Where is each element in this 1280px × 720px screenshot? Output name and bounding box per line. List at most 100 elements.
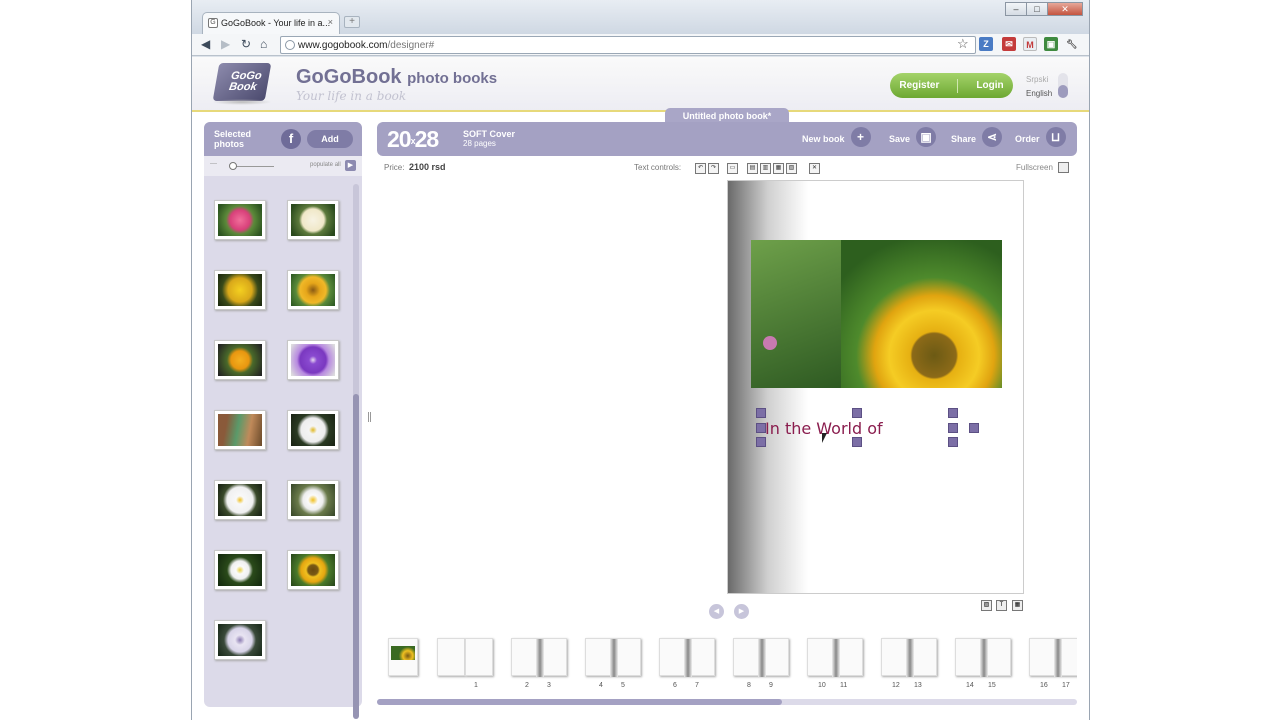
photo-thumb[interactable] <box>214 410 266 450</box>
photo-thumb[interactable] <box>214 550 266 590</box>
order-button[interactable]: Order ⊔ <box>1015 127 1066 147</box>
browser-toolbar: ◀ ▶ ↻ ⌂ www.gogobook.com/designer# ☆ Z ✉… <box>192 34 1089 56</box>
extension-green-icon[interactable]: ▣ <box>1044 37 1058 51</box>
gmail-icon[interactable]: M <box>1023 37 1037 51</box>
selected-photos-panel: Selected photos f Add — populate all ▶ <box>204 122 362 719</box>
new-book-label: New book <box>802 134 845 144</box>
address-bar[interactable]: www.gogobook.com/designer# <box>280 36 976 54</box>
book-page-canvas[interactable]: In the World of <box>727 180 1024 594</box>
selected-photos-title: Selected photos <box>214 129 274 149</box>
spread-thumbnail[interactable] <box>659 638 715 677</box>
wrench-icon[interactable]: 🔧︎ <box>1065 37 1079 51</box>
fullscreen-icon[interactable] <box>1058 162 1069 173</box>
photo-thumb[interactable] <box>287 550 339 590</box>
spread-thumbnail[interactable] <box>955 638 1011 677</box>
close-window-button[interactable]: ✕ <box>1047 2 1083 16</box>
spread-thumbnail[interactable] <box>881 638 937 677</box>
zoom-slider-handle[interactable] <box>229 162 237 170</box>
spread-thumbnail[interactable] <box>807 638 863 677</box>
photos-scrollbar[interactable] <box>353 184 359 719</box>
page-text-box[interactable]: In the World of <box>756 408 979 447</box>
minimize-button[interactable]: – <box>1005 2 1027 16</box>
gogobook-favicon-icon: G <box>208 18 218 28</box>
spread-fold <box>832 639 840 677</box>
filmstrip-scrollbar[interactable] <box>377 699 1077 705</box>
spread-thumbnail[interactable] <box>733 638 789 677</box>
layout-1-icon[interactable]: ▤ <box>747 163 758 174</box>
forward-arrow-icon[interactable]: ▶ <box>221 37 230 51</box>
spread-thumbnail[interactable] <box>511 638 567 677</box>
resize-handle-bottom-right[interactable] <box>948 437 958 447</box>
photo-thumb[interactable] <box>214 620 266 660</box>
extension-z-icon[interactable]: Z <box>979 37 993 51</box>
gogobook-logo[interactable]: GoGo Book <box>212 63 276 105</box>
back-arrow-icon[interactable]: ◀ <box>201 37 210 51</box>
photos-scrollbar-thumb[interactable] <box>353 394 359 719</box>
photo-thumb[interactable] <box>287 480 339 520</box>
previous-page-button[interactable]: ◀ <box>709 604 724 619</box>
panel-splitter-handle[interactable] <box>368 412 371 422</box>
layout-3-icon[interactable]: ▦ <box>773 163 784 174</box>
share-button[interactable]: Share ⋖ <box>951 127 1003 147</box>
spread-fold <box>980 639 988 677</box>
extension-mail-icon[interactable]: ✉ <box>1002 37 1016 51</box>
fullscreen-label[interactable]: Fullscreen <box>1016 163 1053 172</box>
resize-handle-top-right[interactable] <box>948 408 958 418</box>
layout-4-icon[interactable]: ▧ <box>786 163 797 174</box>
save-button[interactable]: Save ▣ <box>889 127 937 147</box>
resize-handle-top-left[interactable] <box>756 408 766 418</box>
filmstrip-scrollbar-thumb[interactable] <box>377 699 782 705</box>
photo-thumb[interactable] <box>214 270 266 310</box>
rotate-handle[interactable] <box>969 423 979 433</box>
lang-english[interactable]: English <box>1026 87 1052 101</box>
spread-thumbnail[interactable] <box>585 638 641 677</box>
page-number: 14 <box>966 682 974 689</box>
page-thumbnail[interactable] <box>465 638 493 676</box>
login-button[interactable]: Login <box>976 80 1003 91</box>
page-thumbnail[interactable] <box>437 638 465 676</box>
home-icon[interactable]: ⌂ <box>260 37 267 51</box>
page-number: 5 <box>621 682 625 689</box>
delete-icon[interactable]: ✕ <box>809 163 820 174</box>
resize-handle-left[interactable] <box>756 423 766 433</box>
reload-icon[interactable]: ↻ <box>241 37 251 51</box>
view-mode-2-icon[interactable]: T <box>996 600 1007 611</box>
populate-all-label: populate all <box>310 162 341 168</box>
new-book-button[interactable]: New book + <box>802 127 871 147</box>
facebook-icon[interactable]: f <box>281 129 301 149</box>
text-box-icon[interactable]: ▭ <box>727 163 738 174</box>
maximize-button[interactable]: □ <box>1026 2 1048 16</box>
resize-handle-bottom[interactable] <box>852 437 862 447</box>
add-photos-button[interactable]: Add <box>307 130 353 148</box>
redo-icon[interactable]: ↷ <box>708 163 719 174</box>
resize-handle-right[interactable] <box>948 423 958 433</box>
bookmark-star-icon[interactable]: ☆ <box>957 36 969 52</box>
language-toggle[interactable] <box>1058 73 1068 98</box>
tab-close-icon[interactable]: × <box>328 17 333 27</box>
browser-tab[interactable]: G GoGoBook - Your life in a... × <box>202 12 340 34</box>
photo-thumb[interactable] <box>287 340 339 380</box>
sunflower-photo[interactable] <box>751 240 1002 388</box>
photo-thumb[interactable] <box>287 200 339 240</box>
photo-thumb[interactable] <box>214 200 266 240</box>
register-button[interactable]: Register <box>899 80 939 91</box>
new-tab-button[interactable]: + <box>344 16 360 28</box>
lang-serbian[interactable]: Srpski <box>1026 73 1052 87</box>
photo-thumb[interactable] <box>214 340 266 380</box>
selected-photos-title-line1: Selected <box>214 129 252 139</box>
resize-handle-top[interactable] <box>852 408 862 418</box>
page-number: 6 <box>673 682 677 689</box>
spread-fold <box>758 639 766 677</box>
photo-thumb[interactable] <box>214 480 266 520</box>
view-mode-1-icon[interactable]: ▨ <box>981 600 992 611</box>
resize-handle-bottom-left[interactable] <box>756 437 766 447</box>
undo-icon[interactable]: ↶ <box>695 163 706 174</box>
photo-thumb[interactable] <box>287 410 339 450</box>
spread-thumbnail[interactable] <box>1029 638 1077 677</box>
next-page-button[interactable]: ▶ <box>734 604 749 619</box>
photo-thumb[interactable] <box>287 270 339 310</box>
layout-2-icon[interactable]: ▥ <box>760 163 771 174</box>
view-mode-3-icon[interactable]: ▦ <box>1012 600 1023 611</box>
cover-thumbnail[interactable] <box>388 638 418 676</box>
populate-all-button[interactable]: ▶ <box>345 160 356 171</box>
